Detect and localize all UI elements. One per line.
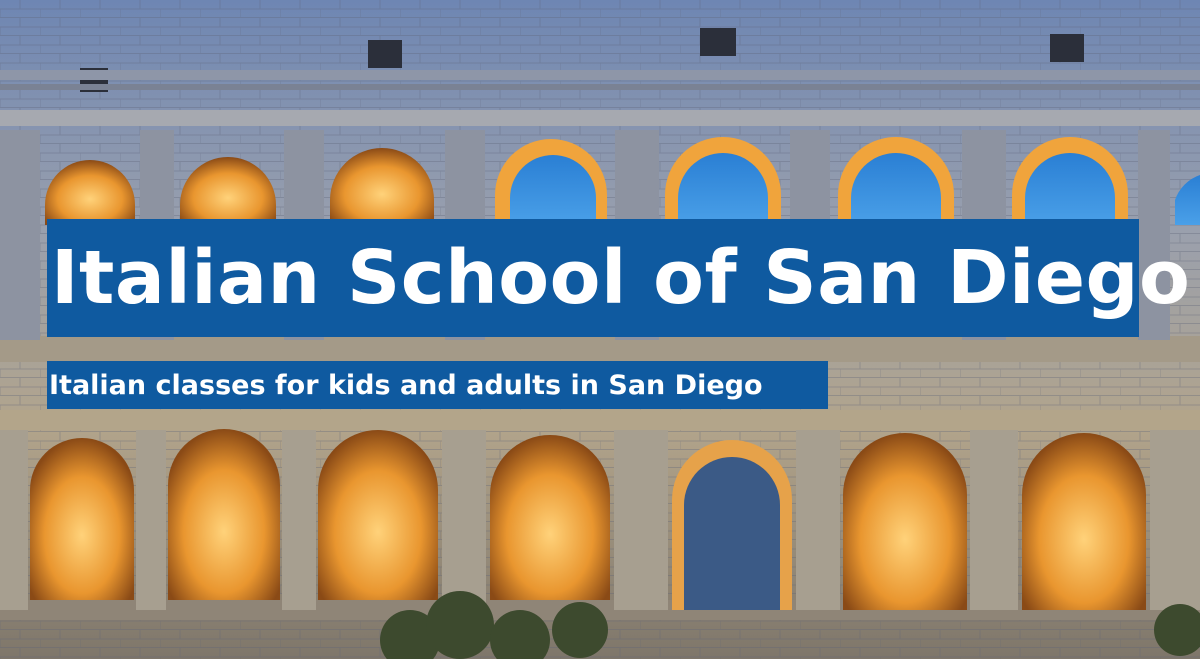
page-subtitle: Italian classes for kids and adults in S… — [49, 369, 763, 401]
title-band: Italian School of San Diego — [47, 219, 1190, 337]
subtitle-band: Italian classes for kids and adults in S… — [47, 361, 828, 409]
page-title: Italian School of San Diego — [51, 235, 1191, 321]
hero-banner: Italian School of San Diego Italian clas… — [0, 0, 1200, 659]
